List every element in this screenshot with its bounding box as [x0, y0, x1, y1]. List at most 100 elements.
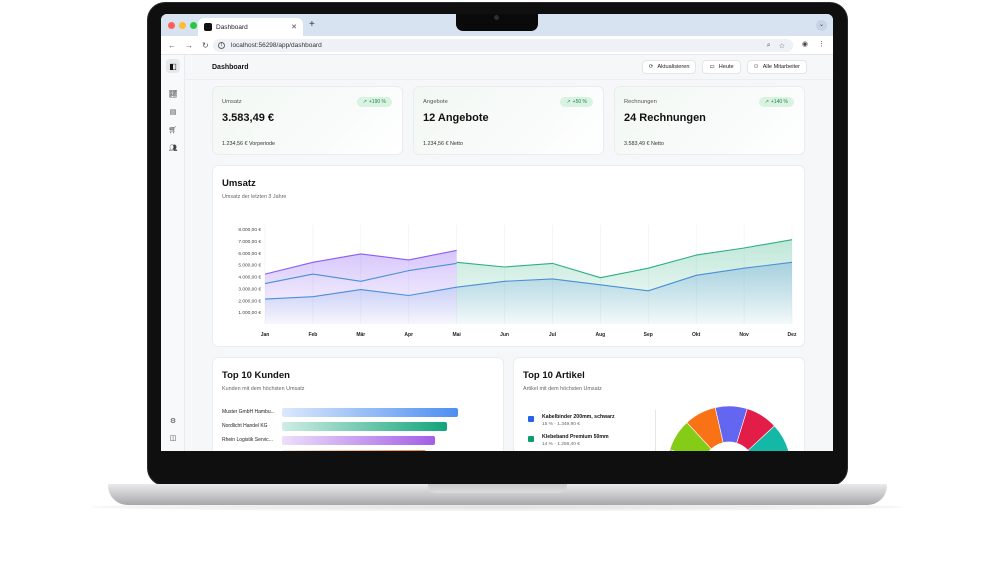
- top-articles-subtitle: Artikel mit dem höchsten Umsatz: [523, 386, 602, 392]
- window-controls: [168, 22, 197, 29]
- maximize-window-button[interactable]: [190, 22, 197, 29]
- kpi-label: Umsatz: [222, 99, 242, 105]
- reload-icon[interactable]: ↻: [202, 41, 209, 50]
- today-button-label: Heute: [718, 64, 734, 70]
- app: ◧ 📈︎ ▤ 🛒︎ 👥︎ ⚙ ◫ Dashboard ⟳ Aktualisier…: [161, 55, 833, 451]
- article-name: Kabelbinder 200mm, schwarz: [542, 414, 615, 420]
- sidebar-chart-icon[interactable]: 📈︎: [168, 90, 178, 100]
- browser-tab[interactable]: Dashboard ✕: [198, 18, 303, 36]
- trend-badge: ↗ +50 %: [560, 97, 593, 107]
- customer-name: Nordlicht Handel KG: [222, 423, 268, 429]
- trend-badge-text: +190 %: [368, 99, 386, 105]
- x-tick-label: Jul: [549, 332, 557, 338]
- customer-bar: [282, 450, 427, 451]
- y-tick-label: 1.000,00 €: [238, 310, 261, 316]
- employees-filter-label: Alle Mitarbeiter: [762, 64, 800, 70]
- customer-bar: [282, 408, 458, 417]
- customer-bar-row[interactable]: Muster GmbH Hambu...: [222, 408, 492, 417]
- kpi-subtext: 1.234,56 € Netto: [423, 141, 463, 147]
- sidebar-document-icon[interactable]: ▤: [168, 108, 178, 118]
- trend-badge-text: +50 %: [572, 99, 587, 105]
- y-tick-label: 7.000,00 €: [238, 239, 261, 245]
- kpi-value: 3.583,49 €: [222, 112, 274, 124]
- back-arrow-icon[interactable]: ←: [168, 41, 176, 50]
- minimize-window-button[interactable]: [179, 22, 186, 29]
- browser-menu-icon[interactable]: ⋮: [818, 40, 825, 48]
- x-tick-label: Okt: [692, 332, 701, 338]
- legend-swatch: [528, 416, 534, 422]
- top-articles-card: Top 10 Artikel Artikel mit dem höchsten …: [513, 357, 805, 451]
- sidebar-settings-icon[interactable]: ⚙: [168, 417, 178, 427]
- article-detail: 15 % · 1.349,90 €: [542, 422, 580, 427]
- y-tick-label: 3.000,00 €: [238, 286, 261, 292]
- refresh-icon: ⟳: [648, 64, 654, 70]
- close-window-button[interactable]: [168, 22, 175, 29]
- x-tick-label: Mai: [452, 332, 461, 338]
- site-info-icon[interactable]: i: [218, 42, 225, 49]
- trend-badge: ↗ +140 %: [758, 97, 794, 107]
- trend-up-icon: ↗: [362, 99, 367, 105]
- top-articles-donut-chart[interactable]: [664, 358, 804, 451]
- kpi-card-revenue[interactable]: Umsatz ↗ +190 % 3.583,49 € 1.234,56 € Vor…: [212, 86, 403, 155]
- sidebar-panel-icon[interactable]: ◫: [168, 434, 178, 444]
- kpi-card-invoices[interactable]: Rechnungen ↗ +140 % 24 Rechnungen 3.583,4…: [614, 86, 805, 155]
- kpi-value: 24 Rechnungen: [624, 112, 706, 124]
- customer-bar-row[interactable]: Nordlicht Handel KG: [222, 422, 492, 431]
- legend-swatch: [528, 436, 534, 442]
- y-tick-label: 5.000,00 €: [238, 263, 261, 269]
- users-icon: ⚇: [753, 64, 759, 70]
- customer-name: Muster GmbH Hambu...: [222, 409, 275, 415]
- new-tab-button[interactable]: +: [309, 19, 315, 30]
- refresh-button-label: Aktualisieren: [657, 64, 690, 70]
- favicon-icon: [204, 23, 212, 31]
- refresh-button[interactable]: ⟳ Aktualisieren: [641, 60, 697, 74]
- sidebar-cart-icon[interactable]: 🛒︎: [168, 126, 178, 136]
- x-tick-label: Feb: [308, 332, 317, 338]
- screen: Dashboard ✕ + ⌄ ← → ↻ i localhost:56298/…: [161, 14, 833, 451]
- article-detail: 14 % · 1.258,40 €: [542, 442, 580, 447]
- sidebar: ◧ 📈︎ ▤ 🛒︎ 👥︎ ⚙ ◫: [161, 55, 185, 451]
- kpi-value: 12 Angebote: [423, 112, 489, 124]
- kpi-subtext: 3.583,49 € Netto: [624, 141, 664, 147]
- profile-icon[interactable]: ◉: [802, 40, 808, 48]
- customer-name: Rhein Logistik Servic...: [222, 437, 273, 443]
- revenue-area-chart[interactable]: 8.000,00 € 7.000,00 € 6.000,00 € 5.000,00 €…: [213, 166, 804, 348]
- laptop-base-notch: [428, 484, 567, 493]
- today-button[interactable]: ▭ Heute: [702, 60, 741, 74]
- customer-bar: [282, 422, 448, 431]
- top-customers-card: Top 10 Kunden Kunden mit dem höchsten Um…: [212, 357, 504, 451]
- x-tick-label: Aug: [595, 332, 605, 338]
- y-tick-label: 6.000,00 €: [238, 251, 261, 257]
- x-tick-label: Jan: [261, 332, 270, 338]
- bookmark-star-icon[interactable]: ☆: [779, 42, 785, 50]
- tab-title: Dashboard: [216, 23, 248, 31]
- article-name: Klebeband Premium 50mm: [542, 434, 609, 440]
- zoom-icon[interactable]: ⌕: [767, 42, 771, 50]
- kpi-label: Rechnungen: [624, 99, 657, 105]
- browser-toolbar: ← → ↻ i localhost:56298/app/dashboard ⌕ …: [161, 36, 833, 55]
- app-logo-icon[interactable]: ◧: [166, 59, 180, 73]
- tab-close-icon[interactable]: ✕: [291, 23, 297, 31]
- trend-up-icon: ↗: [764, 99, 769, 105]
- header-actions: ⟳ Aktualisieren ▭ Heute ⚇ Alle Mitarbeit…: [641, 60, 807, 74]
- divider: [655, 410, 656, 451]
- page-title: Dashboard: [212, 64, 249, 71]
- forward-arrow-icon[interactable]: →: [185, 41, 193, 50]
- top-customers-subtitle: Kunden mit dem höchsten Umsatz: [222, 386, 305, 392]
- customer-bar-row[interactable]: [222, 450, 492, 451]
- sidebar-users-icon[interactable]: 👥︎: [168, 144, 178, 154]
- kpi-card-offers[interactable]: Angebote ↗ +50 % 12 Angebote 1.234,56 € N…: [413, 86, 604, 155]
- customer-bar: [282, 436, 436, 445]
- calendar-icon: ▭: [709, 64, 715, 70]
- y-tick-label: 4.000,00 €: [238, 275, 261, 281]
- customer-bar-row[interactable]: Rhein Logistik Servic...: [222, 436, 492, 445]
- tab-search-chevron-icon[interactable]: ⌄: [816, 20, 827, 31]
- x-tick-label: Apr: [404, 332, 413, 338]
- employees-filter-button[interactable]: ⚇ Alle Mitarbeiter: [746, 60, 807, 74]
- page-header: Dashboard ⟳ Aktualisieren ▭ Heute ⚇ Alle: [186, 55, 833, 80]
- trend-badge-text: +140 %: [770, 99, 788, 105]
- laptop-mockup: Dashboard ✕ + ⌄ ← → ↻ i localhost:56298/…: [0, 0, 995, 562]
- x-tick-label: Sep: [644, 332, 653, 338]
- address-bar[interactable]: i localhost:56298/app/dashboard ⌕ ☆: [213, 39, 793, 52]
- y-tick-label: 2.000,00 €: [238, 298, 261, 304]
